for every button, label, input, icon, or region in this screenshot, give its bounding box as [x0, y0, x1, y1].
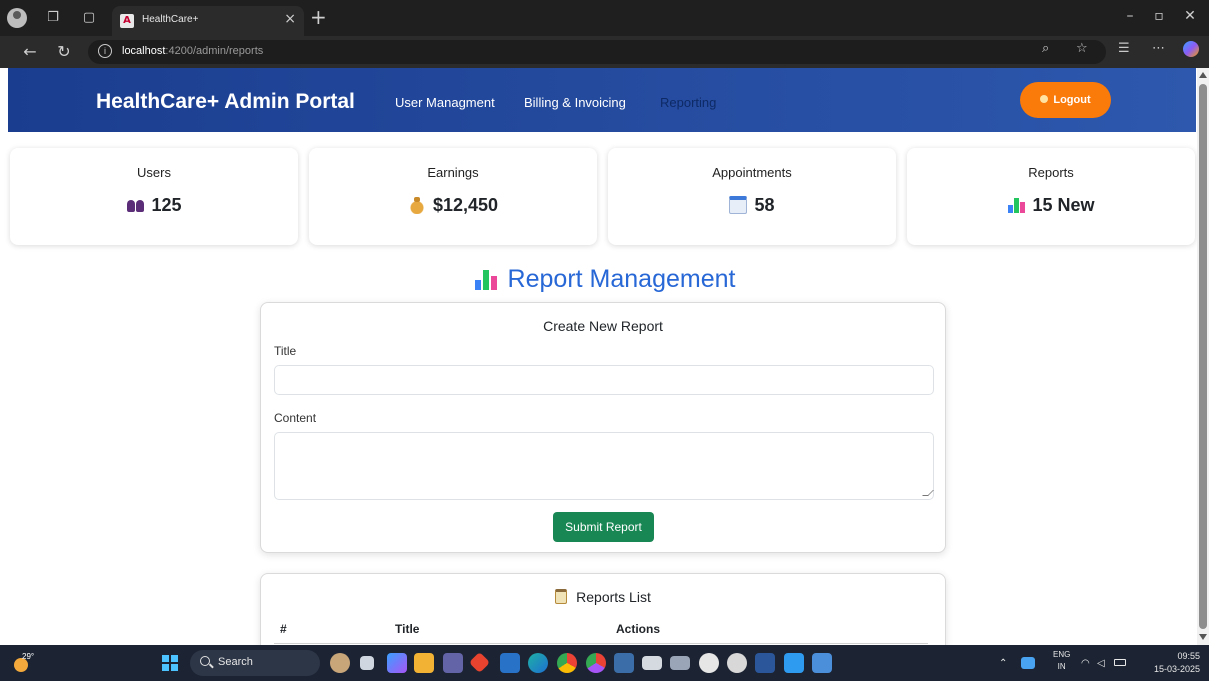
logout-button[interactable]: Logout: [1020, 82, 1111, 118]
stat-value: 15 New: [907, 195, 1195, 216]
nav-reporting[interactable]: Reporting: [660, 95, 716, 110]
stat-label: Users: [137, 165, 171, 180]
terminal-window-icon[interactable]: [642, 656, 662, 670]
stat-card-users: Users 125: [10, 148, 298, 245]
outlook-icon[interactable]: [500, 653, 520, 673]
edge-browser-icon[interactable]: [528, 653, 548, 673]
page-scrollbar[interactable]: [1197, 68, 1209, 645]
logout-label: Logout: [1053, 94, 1091, 106]
stat-value: 58: [608, 195, 896, 216]
workspaces-icon[interactable]: ❐: [44, 9, 62, 27]
column-header-title: Title: [395, 622, 420, 636]
user-icon: [1040, 95, 1049, 103]
nav-billing-invoicing[interactable]: Billing & Invoicing: [524, 95, 626, 110]
taskbar-avatar-app-icon[interactable]: [330, 653, 350, 673]
chrome-profile-icon[interactable]: [586, 653, 606, 673]
table-header-divider: [274, 643, 928, 644]
wifi-icon[interactable]: ◠: [1081, 658, 1090, 669]
app-header: HealthCare+ Admin Portal User Managment …: [8, 68, 1196, 132]
stat-label: Reports: [1028, 165, 1074, 180]
favorites-list-icon[interactable]: ☰: [1118, 41, 1130, 56]
site-info-icon[interactable]: i: [98, 44, 112, 58]
windows-start-icon[interactable]: [162, 655, 178, 671]
column-header-number: #: [280, 622, 287, 636]
battery-icon[interactable]: [1114, 659, 1126, 666]
search-icon: [200, 656, 210, 666]
bar-chart-icon: [474, 266, 498, 290]
url-text: localhost:4200/admin/reports: [122, 45, 264, 57]
stat-card-earnings: Earnings $12,450: [309, 148, 597, 245]
task-view-icon[interactable]: [360, 656, 374, 670]
title-input[interactable]: [274, 365, 934, 395]
nav-user-management[interactable]: User Managment: [395, 95, 495, 110]
stat-value: $12,450: [309, 195, 597, 216]
volume-icon[interactable]: ◁: [1097, 658, 1105, 669]
weather-temp: 29°: [22, 652, 35, 661]
settings-gear-icon[interactable]: [727, 653, 747, 673]
stat-card-reports: Reports 15 New: [907, 148, 1195, 245]
browser-tab-healthcare[interactable]: A HealthCare+ ×: [112, 6, 304, 36]
visual-studio-code-icon[interactable]: [784, 653, 804, 673]
tab-title: HealthCare+: [142, 14, 199, 25]
column-header-actions: Actions: [616, 622, 661, 636]
system-clock[interactable]: 09:55 15-03-2025: [1144, 650, 1200, 676]
scroll-up-arrow-icon[interactable]: [1199, 72, 1207, 78]
tray-app-icon[interactable]: [1021, 657, 1035, 669]
photos-icon[interactable]: [812, 653, 832, 673]
file-explorer-icon[interactable]: [414, 653, 434, 673]
bar-chart-icon: [1007, 196, 1026, 214]
scroll-down-arrow-icon[interactable]: [1199, 634, 1207, 640]
tab-actions-icon[interactable]: ▢: [80, 9, 98, 27]
console-icon[interactable]: [670, 656, 690, 670]
restore-icon[interactable]: ▫: [1149, 8, 1169, 24]
angular-favicon-icon: A: [120, 14, 134, 28]
stat-label: Earnings: [427, 165, 479, 180]
stat-card-appointments: Appointments 58: [608, 148, 896, 245]
close-window-icon[interactable]: ✕: [1180, 8, 1200, 24]
submit-report-button[interactable]: Submit Report: [553, 512, 654, 542]
users-icon: [126, 196, 145, 214]
copilot-icon[interactable]: [1183, 41, 1199, 57]
stat-value: 125: [10, 195, 298, 216]
new-tab-button[interactable]: +: [310, 6, 327, 28]
money-bag-icon: [407, 196, 426, 214]
minimize-icon[interactable]: –: [1120, 8, 1140, 24]
back-arrow-icon[interactable]: ←: [20, 42, 40, 61]
language-indicator[interactable]: ENG IN: [1053, 649, 1070, 673]
search-label: Search: [218, 656, 253, 668]
calendar-icon: [729, 196, 748, 214]
browser-tab-bar: ❐ ▢ A HealthCare+ × + – ▫ ✕: [0, 0, 1209, 36]
create-report-card: Create New Report Title Content Submit R…: [260, 302, 946, 553]
url-input[interactable]: i localhost:4200/admin/reports: [88, 40, 1106, 64]
content-label: Content: [274, 411, 317, 425]
windows-taskbar: 29° Search ⌃ ENG IN ◠ ◁ 09:55 15-03-2025: [0, 645, 1209, 681]
card-heading: Create New Report: [543, 318, 663, 334]
reports-list-card: Reports List # Title Actions: [260, 573, 946, 653]
taskbar-search[interactable]: Search: [190, 650, 320, 676]
list-heading: Reports List: [261, 589, 945, 605]
teams-icon[interactable]: [443, 653, 463, 673]
browser-address-bar: ← ↻ i localhost:4200/admin/reports ⌕ ☆ ☰…: [0, 36, 1209, 68]
weather-widget[interactable]: 29°: [8, 652, 34, 674]
git-app-icon[interactable]: [468, 651, 491, 674]
word-icon[interactable]: [755, 653, 775, 673]
copilot-app-icon[interactable]: [387, 653, 407, 673]
tray-overflow-icon[interactable]: ⌃: [999, 658, 1007, 669]
chrome-icon[interactable]: [557, 653, 577, 673]
stat-label: Appointments: [712, 165, 792, 180]
title-label: Title: [274, 344, 297, 358]
scroll-thumb[interactable]: [1199, 84, 1207, 629]
profile-avatar-icon[interactable]: [7, 8, 27, 28]
favorite-star-icon[interactable]: ☆: [1076, 41, 1088, 56]
content-textarea[interactable]: [274, 432, 934, 500]
github-icon[interactable]: [699, 653, 719, 673]
clipboard-icon: [555, 589, 568, 604]
brand-title[interactable]: HealthCare+ Admin Portal: [96, 90, 355, 114]
tab-close-icon[interactable]: ×: [284, 11, 296, 27]
read-aloud-icon[interactable]: ⌕: [1042, 41, 1049, 56]
page-title: Report Management: [0, 265, 1209, 294]
vscode-app-icon[interactable]: [614, 653, 634, 673]
more-options-icon[interactable]: ⋯: [1152, 41, 1165, 56]
reload-icon[interactable]: ↻: [54, 42, 74, 61]
